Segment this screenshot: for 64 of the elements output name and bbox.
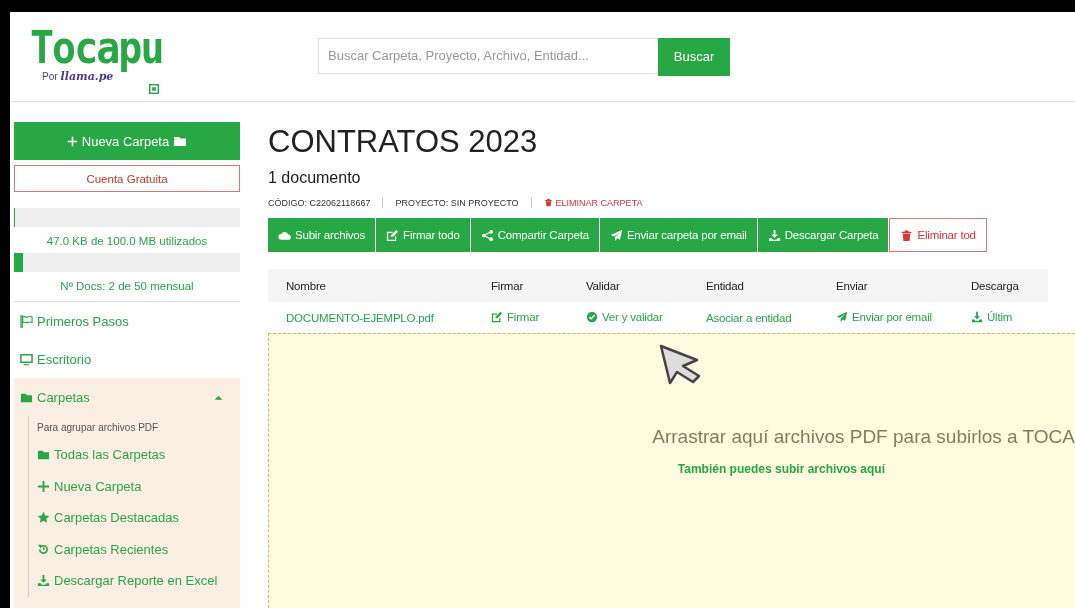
- folder-title: CONTRATOS 2023: [268, 123, 539, 161]
- logo-wordmark: Tocapu: [30, 26, 163, 70]
- sidebar-subitem[interactable]: Carpetas Destacadas: [37, 502, 240, 534]
- table-link[interactable]: Enviar por email: [836, 310, 932, 323]
- action-button[interactable]: Descargar Carpeta: [757, 218, 890, 252]
- paper-plane-icon: [836, 310, 848, 323]
- folder-meta: PROYECTO: SIN PROYECTO: [395, 197, 519, 208]
- trash-icon: [900, 228, 914, 242]
- action-button[interactable]: Subir archivos: [268, 218, 377, 252]
- check-circle-icon: [586, 310, 598, 323]
- square-icon: [149, 84, 159, 94]
- star-icon: [37, 511, 50, 525]
- dropzone-text: Arrastrar aquí archivos PDF para subirlos a TOCA: [652, 426, 1075, 448]
- new-folder-button[interactable]: Nueva Carpeta: [14, 122, 240, 160]
- logo-brand: llama.pe: [60, 70, 114, 83]
- column-header: Nombre: [268, 269, 473, 302]
- search-button[interactable]: Buscar: [658, 37, 730, 76]
- column-header: Validar: [568, 269, 688, 302]
- sidebar-subitem[interactable]: Nueva Carpeta: [37, 470, 240, 502]
- paper-plane-icon: [609, 228, 623, 242]
- logo-byline: Por: [42, 71, 58, 82]
- section-hint: Para agrupar archivos PDF: [37, 421, 160, 435]
- flag-icon: [20, 314, 33, 328]
- table-link[interactable]: Ver y validar: [586, 310, 663, 323]
- action-button[interactable]: Eliminar tod: [889, 218, 987, 252]
- search-field[interactable]: Buscar Carpeta, Proyecto, Archivo, Entidad...: [318, 37, 658, 74]
- upload-link[interactable]: También puedes subir archivos aquí: [677, 462, 885, 476]
- sidebar-section-header[interactable]: Carpetas: [14, 378, 240, 416]
- download-icon: [37, 574, 50, 588]
- sidebar-subitem[interactable]: Todas las Carpetas: [37, 439, 240, 471]
- table-link[interactable]: Asociar a entidad: [706, 311, 792, 324]
- sidebar-item[interactable]: Escritorio: [14, 340, 240, 378]
- folder-icon: [37, 448, 50, 462]
- usage-text: Nº Docs: 2 de 50 mensual: [59, 280, 195, 292]
- sidebar-subitem[interactable]: Carpetas Recientes: [37, 533, 240, 565]
- column-header: Enviar: [818, 269, 953, 302]
- table-link[interactable]: Últim: [971, 310, 1013, 323]
- download-icon: [971, 310, 983, 323]
- table-link[interactable]: DOCUMENTO-EJEMPLO.pdf: [286, 311, 434, 324]
- edit-icon: [491, 310, 503, 323]
- column-header: Firmar: [473, 269, 568, 302]
- action-button[interactable]: Firmar todo: [376, 218, 471, 252]
- dropzone[interactable]: Arrastrar aquí archivos PDF para subirlos a TOCA También puedes subir archivos aquí: [268, 333, 1075, 608]
- column-header: Entidad: [688, 269, 818, 302]
- table-link[interactable]: Firmar: [491, 310, 539, 323]
- document-count: 1 documento: [268, 169, 362, 187]
- sidebar-item[interactable]: Primeros Pasos: [14, 302, 240, 340]
- plus-icon: [37, 479, 50, 493]
- edit-icon: [386, 228, 400, 242]
- folder-icon: [173, 134, 188, 148]
- action-button[interactable]: Enviar carpeta por email: [599, 218, 758, 252]
- download-icon: [767, 228, 781, 242]
- monitor-icon: [20, 352, 33, 366]
- history-icon: [37, 542, 50, 556]
- trash-icon: [543, 198, 553, 207]
- column-header: Descarga: [953, 269, 1048, 302]
- folder-meta: CÓDIGO: C22062118667: [268, 197, 371, 208]
- share-icon: [480, 228, 494, 242]
- sidebar-subitem[interactable]: Descargar Reporte en Excel: [37, 565, 240, 597]
- usage-text: 47.0 KB de 100.0 MB utilizados: [45, 235, 209, 247]
- plus-icon: [66, 135, 78, 147]
- action-button[interactable]: Compartir Carpeta: [470, 218, 600, 252]
- account-button[interactable]: Cuenta Gratuita: [14, 165, 240, 192]
- delete-folder-link[interactable]: ELIMINAR CARPETA: [543, 197, 643, 208]
